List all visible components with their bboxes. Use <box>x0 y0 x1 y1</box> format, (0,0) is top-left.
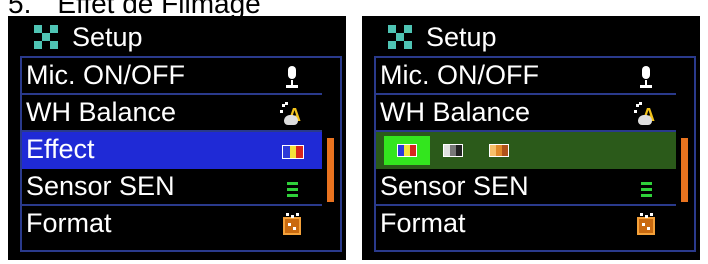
format-icon <box>634 213 658 237</box>
menu-item-wh-balance[interactable]: WH Balance A <box>22 95 322 132</box>
menu-item-sensor-sen[interactable]: Sensor SEN <box>376 169 676 206</box>
setup-title: Setup <box>426 21 497 52</box>
effect-option-black-white[interactable] <box>430 136 476 165</box>
color-effect-icon <box>397 144 417 157</box>
format-icon <box>280 213 304 237</box>
scrollbar[interactable] <box>327 138 334 202</box>
effect-option-sepia[interactable] <box>476 136 522 165</box>
camera-screen-right: Setup Mic. ON/OFF WH Balance A <box>362 16 700 260</box>
setup-menu: Mic. ON/OFF WH Balance A <box>374 56 696 252</box>
sepia-effect-icon <box>489 144 509 157</box>
setup-menu: Mic. ON/OFF WH Balance A Effect Sensor S… <box>20 56 342 252</box>
menu-item-format[interactable]: Format <box>376 206 676 243</box>
effect-icon <box>282 145 304 159</box>
effect-option-color[interactable] <box>384 136 430 165</box>
setup-header: Setup <box>22 20 143 54</box>
setup-icon <box>34 25 60 49</box>
menu-item-effect-options[interactable] <box>376 132 676 169</box>
sensor-icon <box>280 176 304 200</box>
menu-item-mic[interactable]: Mic. ON/OFF <box>376 58 676 95</box>
microphone-icon <box>634 65 658 89</box>
menu-item-mic[interactable]: Mic. ON/OFF <box>22 58 322 95</box>
menu-item-wh-balance[interactable]: WH Balance A <box>376 95 676 132</box>
sensor-icon <box>634 176 658 200</box>
setup-header: Setup <box>376 20 497 54</box>
menu-item-format[interactable]: Format <box>22 206 322 243</box>
microphone-icon <box>280 65 304 89</box>
setup-title: Setup <box>72 21 143 52</box>
white-balance-icon: A <box>634 102 658 126</box>
scrollbar[interactable] <box>681 138 688 202</box>
effect-options <box>384 136 522 165</box>
setup-icon <box>388 25 414 49</box>
white-balance-icon: A <box>280 102 304 126</box>
menu-item-sensor-sen[interactable]: Sensor SEN <box>22 169 322 206</box>
menu-item-effect[interactable]: Effect <box>22 132 322 169</box>
black-white-effect-icon <box>443 144 463 157</box>
camera-screen-left: Setup Mic. ON/OFF WH Balance A Effect Se… <box>8 16 346 260</box>
